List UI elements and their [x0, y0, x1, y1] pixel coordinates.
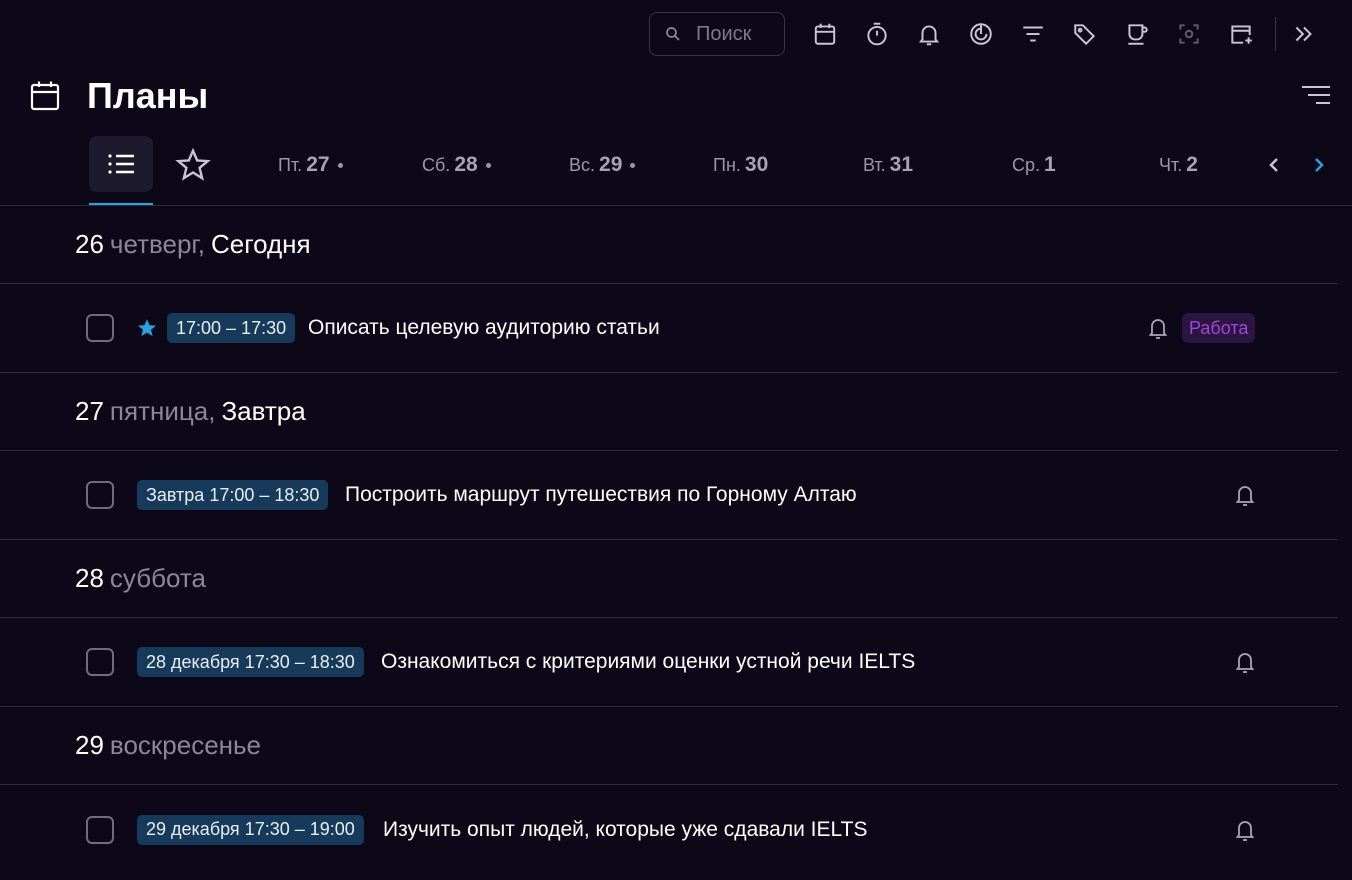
tab-day-number: 28: [454, 153, 478, 176]
section-header-28: 28 суббота: [0, 540, 1338, 618]
tab-day-28[interactable]: Сб. 28: [422, 150, 491, 180]
bell-icon[interactable]: [1233, 817, 1257, 843]
bell-icon[interactable]: [1146, 315, 1170, 341]
sort-icon[interactable]: [1300, 82, 1332, 108]
search-input[interactable]: [696, 22, 786, 46]
section-header-29: 29 воскресенье: [0, 707, 1338, 785]
tab-weekday: Сб.: [422, 154, 451, 175]
tab-weekday: Пт.: [278, 154, 303, 175]
chevron-left-icon[interactable]: [1262, 150, 1286, 180]
section-day-number: 28: [75, 563, 104, 593]
task-title[interactable]: Описать целевую аудиторию статьи: [308, 316, 660, 340]
calendar-icon: [30, 81, 60, 111]
section-relative-day: Завтра: [221, 396, 306, 426]
tab-list-view[interactable]: [89, 136, 153, 192]
task-checkbox[interactable]: [86, 314, 114, 342]
toolbar-divider: [1275, 17, 1276, 51]
tab-day-30[interactable]: Пн. 30: [713, 150, 768, 180]
tab-day-number: 30: [744, 153, 769, 176]
filter-button[interactable]: [1007, 12, 1059, 56]
collapse-button[interactable]: [1284, 12, 1324, 56]
tag-badge[interactable]: Работа: [1182, 313, 1256, 343]
section-header-27: 27 пятница, Завтра: [0, 373, 1338, 451]
time-badge: 29 декабря 17:30 – 19:00: [137, 814, 364, 845]
task-row[interactable]: Завтра 17:00 – 18:30 Построить маршрут п…: [0, 451, 1338, 540]
tags-button[interactable]: [1059, 12, 1111, 56]
time-badge: Завтра 17:00 – 18:30: [137, 480, 329, 510]
break-button[interactable]: [1111, 12, 1163, 56]
tab-weekday: Ср.: [1012, 154, 1041, 175]
tab-weekday: Вт.: [863, 154, 886, 175]
time-badge: 28 декабря 17:30 – 18:30: [137, 647, 364, 677]
task-title[interactable]: Изучить опыт людей, которые уже сдавали …: [383, 818, 867, 842]
search-icon: [666, 27, 680, 41]
section-weekday: пятница,: [109, 396, 216, 426]
section-weekday: четверг,: [109, 229, 205, 259]
section-relative-day: Сегодня: [210, 229, 311, 259]
plans-page: Планы Пт. 27 Сб. 28 Вс. 29 Пн. 30: [0, 0, 1352, 880]
tab-favorites[interactable]: [175, 147, 211, 183]
section-weekday: воскресенье: [109, 730, 262, 760]
tab-weekday: Вс.: [569, 154, 596, 175]
tab-day-number: 1: [1044, 153, 1056, 176]
section-header-26: 26 четверг, Сегодня: [0, 206, 1338, 284]
tab-day-number: 29: [599, 153, 623, 176]
collapse-icon: [1295, 26, 1312, 42]
task-row[interactable]: 17:00 – 17:30 Описать целевую аудиторию …: [0, 284, 1338, 373]
tab-day-2[interactable]: Чт. 2: [1159, 150, 1198, 180]
focus-icon: [970, 23, 992, 45]
timer-icon: [867, 22, 887, 46]
section-day-number: 27: [75, 396, 104, 426]
tab-day-number: 27: [306, 153, 330, 176]
calendar-icon: [814, 23, 836, 45]
chevron-right-icon[interactable]: [1307, 150, 1331, 180]
scan-icon: [1179, 24, 1199, 44]
tab-day-1[interactable]: Ср. 1: [1012, 150, 1056, 180]
filter-icon: [1023, 26, 1043, 42]
bell-icon: [918, 25, 940, 46]
section-day-number: 29: [75, 730, 104, 760]
add-calendar-icon: [1231, 25, 1252, 44]
task-title[interactable]: Ознакомиться с критериями оценки устной …: [381, 650, 915, 674]
time-badge: 17:00 – 17:30: [167, 313, 296, 343]
star-filled-icon[interactable]: [136, 317, 158, 339]
scan-button[interactable]: [1163, 12, 1215, 56]
page-title: Планы: [87, 75, 209, 116]
tag-icon: [1074, 24, 1096, 46]
has-tasks-dot: [630, 162, 636, 168]
tab-weekday: Пн.: [713, 154, 741, 175]
list-icon: [108, 154, 134, 174]
focus-button[interactable]: [955, 12, 1007, 56]
task-checkbox[interactable]: [86, 815, 114, 844]
section-weekday: суббота: [109, 563, 206, 593]
task-checkbox[interactable]: [86, 648, 114, 676]
task-row[interactable]: 29 декабря 17:30 – 19:00 Изучить опыт лю…: [0, 785, 1338, 874]
task-checkbox[interactable]: [86, 481, 114, 509]
tab-day-27[interactable]: Пт. 27: [278, 150, 343, 180]
day-tabs: Пт. 27 Сб. 28 Вс. 29 Пн. 30 Вт. 31 Ср. 1…: [0, 132, 1352, 206]
tab-day-29[interactable]: Вс. 29: [569, 150, 636, 180]
has-tasks-dot: [337, 162, 343, 168]
coffee-icon: [1128, 24, 1148, 45]
section-day-number: 26: [75, 229, 104, 259]
tab-day-number: 2: [1186, 153, 1198, 176]
tab-weekday: Чт.: [1159, 154, 1183, 175]
tab-day-31[interactable]: Вт. 31: [863, 150, 913, 180]
active-tab-indicator: [89, 203, 153, 205]
bell-icon[interactable]: [1233, 649, 1257, 675]
notifications-button[interactable]: [903, 12, 955, 56]
timer-button[interactable]: [851, 12, 903, 56]
search-box[interactable]: [649, 12, 786, 56]
tab-day-number: 31: [889, 153, 914, 176]
bell-icon[interactable]: [1233, 482, 1257, 508]
add-calendar-button[interactable]: [1215, 12, 1267, 56]
calendar-button[interactable]: [799, 12, 851, 56]
task-row[interactable]: 28 декабря 17:30 – 18:30 Ознакомиться с …: [0, 618, 1338, 707]
top-toolbar: [649, 12, 1324, 56]
has-tasks-dot: [485, 162, 491, 168]
task-title[interactable]: Построить маршрут путешествия по Горному…: [345, 483, 857, 507]
